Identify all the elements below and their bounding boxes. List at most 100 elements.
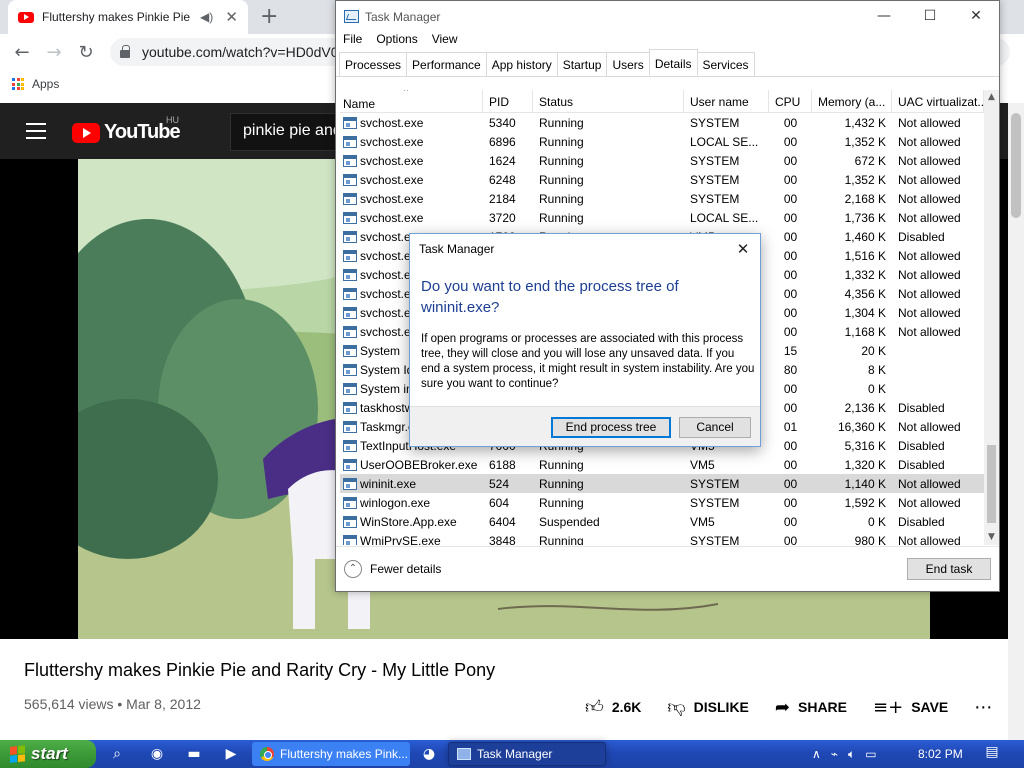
process-icon bbox=[343, 496, 357, 509]
table-row[interactable]: svchost.exe 6248 Running SYSTEM 00 1,352 K Not… bbox=[340, 170, 984, 189]
table-row[interactable]: WinStore.App.exe 6404 Suspended VM5 00 0 K Dis… bbox=[340, 512, 984, 531]
youtube-logo[interactable]: YouTube bbox=[72, 121, 181, 144]
table-row[interactable]: UserOOBEBroker.exe 6188 Running VM5 00 1,320 … bbox=[340, 455, 984, 474]
column-memory[interactable]: Memory (a... bbox=[812, 90, 892, 112]
edge-icon[interactable]: ◉ bbox=[148, 745, 166, 763]
process-icon bbox=[343, 116, 357, 129]
scroll-down-icon[interactable]: ▼ bbox=[984, 530, 999, 545]
tab-startup[interactable]: Startup bbox=[556, 52, 608, 76]
cancel-button[interactable]: Cancel bbox=[679, 417, 751, 438]
menu-view[interactable]: View bbox=[432, 32, 458, 52]
table-row[interactable]: winlogon.exe 604 Running SYSTEM 00 1,592 K Not… bbox=[340, 493, 984, 512]
dislike-button[interactable]: 👎︎ DISLIKE bbox=[667, 696, 749, 718]
menu-options[interactable]: Options bbox=[376, 32, 417, 52]
tab-processes[interactable]: Processes bbox=[339, 52, 408, 76]
search-input[interactable]: pinkie pie and bbox=[230, 113, 340, 151]
dialog-close-icon[interactable]: ✕ bbox=[732, 238, 754, 260]
save-button[interactable]: ≡+ SAVE bbox=[873, 697, 948, 718]
display-icon[interactable]: ▭ bbox=[865, 747, 876, 761]
chevron-up-icon[interactable]: ∧ bbox=[812, 747, 821, 761]
process-name: svchost.exe bbox=[340, 211, 483, 225]
apps-grid-icon[interactable] bbox=[12, 78, 24, 90]
table-row[interactable]: WmiPrvSE.exe 3848 Running SYSTEM 00 980 K Not … bbox=[340, 531, 984, 545]
column-name[interactable]: Name ^ bbox=[340, 90, 483, 112]
minimize-button[interactable]: — bbox=[861, 1, 907, 31]
table-row[interactable]: svchost.exe 1624 Running SYSTEM 00 672 K Not a… bbox=[340, 151, 984, 170]
taskbar-item-task-manager[interactable]: Task Manager bbox=[448, 742, 606, 766]
column-pid[interactable]: PID bbox=[483, 90, 533, 112]
process-icon bbox=[343, 344, 357, 357]
browser-tab[interactable]: Fluttershy makes Pinkie Pie a ◀) ✕ bbox=[8, 0, 248, 34]
process-memory: 980 K bbox=[854, 533, 886, 546]
process-pid: 604 bbox=[489, 495, 510, 510]
table-row[interactable]: wininit.exe 524 Running SYSTEM 00 1,140 K Not … bbox=[340, 474, 984, 493]
process-name-text: svchost.exe bbox=[360, 191, 424, 206]
youtube-play-icon bbox=[72, 122, 100, 143]
back-button[interactable]: ← bbox=[6, 42, 38, 63]
speaker-icon[interactable]: ◀) bbox=[200, 10, 213, 24]
share-button[interactable]: ➦ SHARE bbox=[775, 697, 847, 718]
forward-button[interactable]: → bbox=[38, 42, 70, 63]
end-task-button[interactable]: End task bbox=[907, 558, 991, 580]
maximize-button[interactable]: ☐ bbox=[907, 1, 953, 31]
close-tab-icon[interactable]: ✕ bbox=[225, 8, 238, 26]
column-status[interactable]: Status bbox=[533, 90, 684, 112]
process-uac: Disabled bbox=[898, 457, 945, 472]
scroll-up-icon[interactable]: ▲ bbox=[984, 90, 999, 105]
process-memory: 8 K bbox=[867, 362, 886, 377]
tab-app-history[interactable]: App history bbox=[485, 52, 558, 76]
column-uac[interactable]: UAC virtualizat... bbox=[892, 90, 984, 112]
volume-icon[interactable]: 🔈︎ bbox=[848, 747, 855, 762]
process-cpu: 01 bbox=[783, 419, 798, 434]
menu-file[interactable]: File bbox=[343, 32, 362, 52]
start-button[interactable]: start bbox=[0, 740, 96, 768]
process-uac: Not allowed bbox=[898, 419, 961, 434]
process-cpu: 00 bbox=[783, 438, 798, 453]
table-row[interactable]: svchost.exe 5340 Running SYSTEM 00 1,432 K Not… bbox=[340, 113, 984, 132]
youtube-favicon-icon bbox=[18, 11, 34, 23]
process-cpu: 00 bbox=[783, 229, 798, 244]
table-row[interactable]: svchost.exe 3720 Running LOCAL SE... 00 1,736… bbox=[340, 208, 984, 227]
process-cpu: 00 bbox=[783, 476, 798, 491]
network-icon[interactable]: ⌁ bbox=[831, 747, 838, 761]
tab-services[interactable]: Services bbox=[696, 52, 755, 76]
dialog-title[interactable]: Task Manager bbox=[410, 234, 760, 264]
table-scrollbar[interactable]: ▲ ▼ bbox=[984, 90, 999, 545]
bookmark-apps[interactable]: Apps bbox=[32, 77, 59, 91]
process-uac: Not allowed bbox=[898, 153, 961, 168]
firefox-icon[interactable]: ◕ bbox=[420, 745, 438, 763]
close-button[interactable]: ✕ bbox=[953, 1, 999, 31]
tab-details[interactable]: Details bbox=[648, 49, 698, 76]
process-pid: 3848 bbox=[489, 533, 516, 546]
like-button[interactable]: 👍︎ 2.6K bbox=[585, 696, 641, 718]
process-uac: Not allowed bbox=[898, 305, 961, 320]
process-cpu: 00 bbox=[783, 400, 798, 415]
table-scrollbar-thumb[interactable] bbox=[987, 445, 996, 523]
windows-flag-icon bbox=[10, 745, 26, 763]
tab-performance[interactable]: Performance bbox=[406, 52, 487, 76]
menu-icon[interactable] bbox=[26, 123, 46, 139]
end-process-tree-button[interactable]: End process tree bbox=[551, 417, 671, 438]
new-tab-button[interactable]: + bbox=[260, 4, 278, 29]
process-memory: 1,304 K bbox=[844, 305, 886, 320]
column-user-name[interactable]: User name bbox=[684, 90, 769, 112]
task-manager-titlebar[interactable]: Task Manager — ☐ ✕ bbox=[336, 1, 999, 32]
process-status: Running bbox=[539, 457, 584, 472]
more-button[interactable]: ⋯ bbox=[974, 697, 992, 718]
tab-users[interactable]: Users bbox=[606, 52, 650, 76]
media-player-icon[interactable]: ▶ bbox=[222, 745, 240, 763]
page-scrollbar-thumb[interactable] bbox=[1011, 113, 1021, 218]
table-row[interactable]: svchost.exe 2184 Running SYSTEM 00 2,168 K Not… bbox=[340, 189, 984, 208]
process-uac: Not allowed bbox=[898, 324, 961, 339]
notifications-icon[interactable]: ▤ bbox=[982, 744, 1002, 764]
table-row[interactable]: svchost.exe 6896 Running LOCAL SE... 00 1,352… bbox=[340, 132, 984, 151]
fewer-details-button[interactable]: ⌃ Fewer details bbox=[344, 560, 441, 578]
process-cpu: 00 bbox=[783, 191, 798, 206]
clock[interactable]: 8:02 PM bbox=[918, 747, 963, 761]
taskbar-item-chrome[interactable]: Fluttershy makes Pink... bbox=[252, 742, 410, 766]
reload-button[interactable]: ↻ bbox=[70, 42, 102, 63]
column-cpu[interactable]: CPU bbox=[769, 90, 812, 112]
page-scrollbar[interactable] bbox=[1008, 103, 1024, 740]
search-icon[interactable]: ⌕ bbox=[108, 745, 126, 763]
file-explorer-icon[interactable]: ▬ bbox=[185, 745, 203, 763]
